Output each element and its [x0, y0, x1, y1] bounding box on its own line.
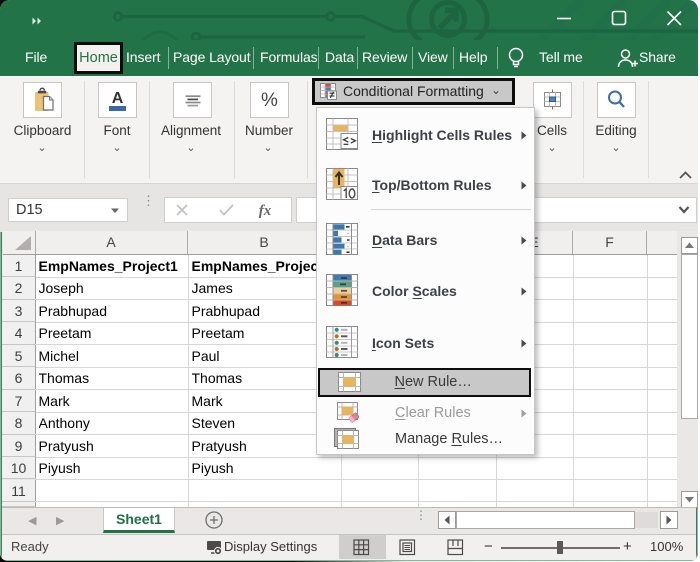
svg-text:%: % [261, 90, 278, 111]
svg-text:A: A [112, 90, 124, 107]
svg-text:fx: fx [259, 203, 272, 219]
